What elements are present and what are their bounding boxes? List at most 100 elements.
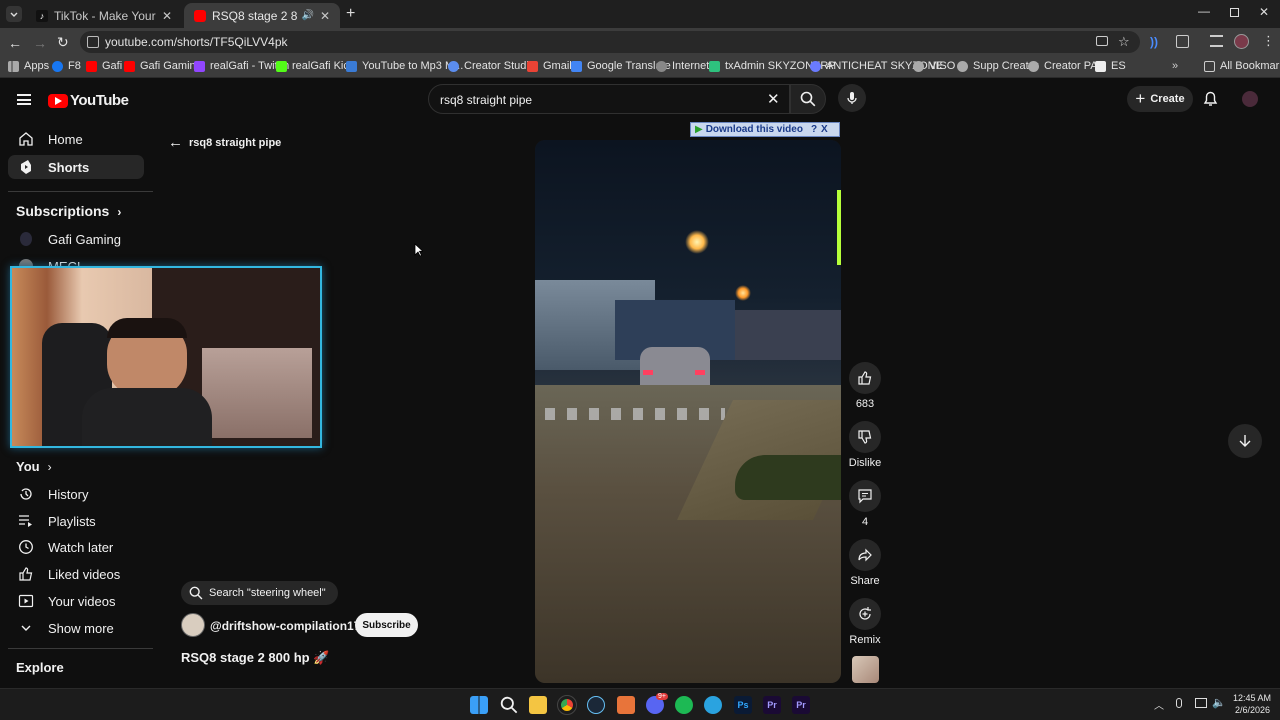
you-header[interactable]: You ›	[16, 459, 52, 474]
dislike-button[interactable]	[849, 421, 881, 453]
microphone-icon[interactable]	[1176, 698, 1182, 708]
clock-time[interactable]: 12:45 AM	[1233, 693, 1271, 703]
minimize-button[interactable]: —	[1198, 4, 1210, 18]
anticheat-icon	[810, 60, 821, 72]
share-button[interactable]	[849, 539, 881, 571]
history-icon	[16, 484, 36, 504]
back-button[interactable]: ←	[8, 35, 22, 51]
remix-label: Remix	[849, 634, 881, 646]
sidebar-item-watch-later[interactable]: Watch later	[16, 537, 113, 557]
bookmark-item[interactable]: VISO	[913, 60, 955, 72]
bell-icon	[1203, 91, 1218, 106]
steam-icon[interactable]	[587, 696, 605, 714]
forward-button[interactable]: →	[33, 35, 47, 51]
back-to-search[interactable]: ← rsq8 straight pipe	[168, 134, 281, 151]
sidebar-item-shorts[interactable]: Shorts	[16, 157, 89, 177]
sidebar-item-your-videos[interactable]: Your videos	[16, 591, 115, 611]
help-icon[interactable]: ?	[811, 124, 817, 135]
browser-tab-bar: ♪ TikTok - Make Your Day ✕ RSQ8 stage 2 …	[0, 0, 1280, 28]
short-video-player[interactable]	[535, 140, 841, 683]
bookmark-item[interactable]: Gafi Gaming	[124, 60, 202, 72]
play-icon: ▶	[695, 124, 703, 135]
premiere-icon[interactable]: Pr	[792, 696, 810, 714]
clear-search-icon[interactable]: ✕	[767, 90, 780, 108]
reading-list-icon[interactable]	[1210, 35, 1223, 47]
tab-search-button[interactable]	[6, 6, 22, 22]
channel-avatar[interactable]	[181, 613, 205, 637]
search-input[interactable]: rsq8 straight pipe	[440, 93, 532, 107]
site-info-icon[interactable]	[87, 36, 99, 48]
close-window-button[interactable]: ✕	[1259, 5, 1269, 19]
search-icon[interactable]	[500, 696, 518, 714]
monitor-icon[interactable]	[1195, 698, 1207, 708]
app-icon[interactable]	[617, 696, 635, 714]
bookmark-item[interactable]: Gmail	[527, 60, 572, 72]
bookmarks-overflow-button[interactable]: »	[1172, 60, 1178, 72]
reload-button[interactable]: ↻	[57, 34, 69, 51]
restore-button[interactable]	[1230, 8, 1239, 17]
search-suggestion-chip[interactable]: Search "steering wheel"	[181, 581, 338, 605]
mouse-cursor-icon	[414, 243, 423, 257]
create-button[interactable]: + Create	[1127, 86, 1193, 112]
subscriptions-header[interactable]: Subscriptions ›	[16, 203, 121, 219]
star-icon[interactable]: ☆	[1118, 34, 1130, 50]
sound-thumbnail[interactable]	[852, 656, 879, 683]
bookmark-item[interactable]: Gafi	[86, 60, 122, 72]
all-bookmarks-button[interactable]: All Bookmarks	[1204, 60, 1280, 72]
close-icon[interactable]: ✕	[320, 9, 330, 23]
bookmark-item[interactable]: Internet	[656, 60, 709, 72]
speaker-icon[interactable]: 🔈	[1212, 696, 1226, 709]
comments-button[interactable]	[849, 480, 881, 512]
bookmark-item[interactable]: realGafi Kick	[276, 60, 354, 72]
photoshop-icon[interactable]: Ps	[734, 696, 752, 714]
menu-icon[interactable]: ⋮	[1262, 33, 1275, 49]
sidebar-item-home[interactable]: Home	[16, 129, 83, 149]
bookmark-item[interactable]: Apps	[8, 60, 49, 72]
bookmark-item[interactable]: Supp Creator	[957, 60, 1038, 72]
bookmark-item[interactable]: realGafi - Twitch	[194, 60, 289, 72]
subscription-item[interactable]: Gafi Gaming	[16, 229, 121, 249]
download-video-button[interactable]: ▶ Download this video ? X	[690, 122, 840, 137]
windows-start-icon[interactable]	[470, 696, 488, 714]
tab-tiktok[interactable]: ♪ TikTok - Make Your Day ✕	[26, 3, 182, 28]
install-icon[interactable]	[1096, 36, 1108, 46]
close-icon[interactable]: X	[821, 124, 828, 135]
close-icon[interactable]: ✕	[162, 9, 172, 23]
account-avatar[interactable]	[1242, 91, 1258, 107]
tab-youtube[interactable]: RSQ8 stage 2 800 hp 🚀 - YouTube 🔊 ✕	[184, 3, 340, 28]
sidebar-item-playlists[interactable]: Playlists	[16, 511, 96, 531]
profile-avatar[interactable]	[1234, 34, 1249, 49]
webcam-overlay	[10, 266, 322, 448]
sidebar-item-liked-videos[interactable]: Liked videos	[16, 564, 120, 584]
tray-chevron-up-icon[interactable]: ︿	[1154, 697, 1164, 712]
search-box[interactable]: rsq8 straight pipe ✕	[428, 84, 790, 114]
remix-button[interactable]	[849, 598, 881, 630]
chrome-icon[interactable]	[557, 695, 577, 715]
voice-search-button[interactable]	[838, 84, 866, 112]
bookmark-item[interactable]: Creator Studio	[448, 60, 535, 72]
clock-date[interactable]: 2/6/2026	[1235, 705, 1270, 715]
premiere-icon[interactable]: Pr	[763, 696, 781, 714]
like-button[interactable]	[849, 362, 881, 394]
speaker-icon[interactable]: 🔊	[301, 10, 313, 21]
bookmark-item[interactable]: ES	[1095, 60, 1126, 72]
hamburger-menu-icon[interactable]	[17, 94, 31, 105]
notifications-button[interactable]	[1203, 91, 1218, 107]
spotify-icon[interactable]	[675, 696, 693, 714]
extension-icon[interactable]: ))	[1150, 35, 1164, 49]
channel-name[interactable]: @driftshow-compilation1716	[210, 619, 374, 633]
bookmark-item[interactable]: F8	[52, 60, 81, 72]
next-video-button[interactable]	[1228, 424, 1262, 458]
new-tab-button[interactable]: +	[346, 5, 355, 23]
file-explorer-icon[interactable]	[529, 696, 547, 714]
search-button[interactable]	[790, 84, 826, 114]
telegram-icon[interactable]	[704, 696, 722, 714]
sidebar-item-show-more[interactable]: Show more	[16, 618, 114, 638]
youtube-logo[interactable]: YouTube	[48, 92, 129, 109]
address-bar[interactable]: youtube.com/shorts/TF5QiLVV4pk ☆	[80, 31, 1140, 53]
subscribe-button[interactable]: Subscribe	[355, 613, 418, 637]
bookmark-item[interactable]: Creator PAY	[1028, 60, 1104, 72]
sidebar-item-history[interactable]: History	[16, 484, 88, 504]
extensions-puzzle-icon[interactable]	[1176, 35, 1189, 48]
bookmark-item[interactable]: YouTube to Mp3 M...	[346, 60, 463, 72]
